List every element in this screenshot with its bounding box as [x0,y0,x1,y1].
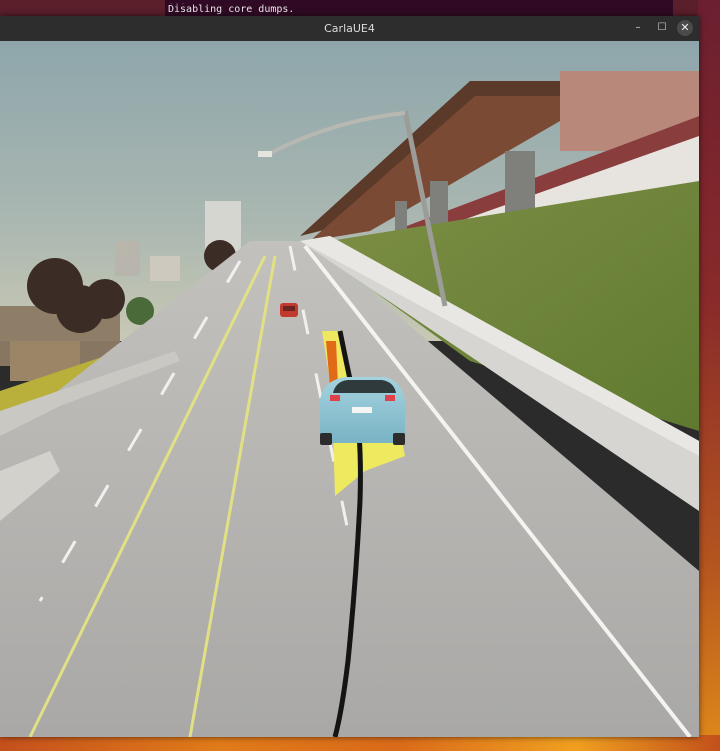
maximize-button[interactable]: ☐ [654,20,670,36]
terminal-line: Disabling core dumps. [168,4,295,15]
scene-render [0,41,699,737]
close-button[interactable]: ✕ [677,20,693,36]
desktop-wallpaper-bottom [0,735,720,751]
carla-window[interactable]: CarlaUE4 – ☐ ✕ [0,16,699,737]
background-terminal[interactable]: ... Disabling core dumps. [165,0,673,16]
window-titlebar[interactable]: CarlaUE4 – ☐ ✕ [0,16,699,42]
lead-vehicle [280,303,298,317]
window-title: CarlaUE4 [324,22,375,35]
minimize-button[interactable]: – [630,20,646,36]
simulation-viewport[interactable] [0,41,699,737]
ego-vehicle-icon [320,377,405,445]
desktop-wallpaper-right [698,0,720,751]
